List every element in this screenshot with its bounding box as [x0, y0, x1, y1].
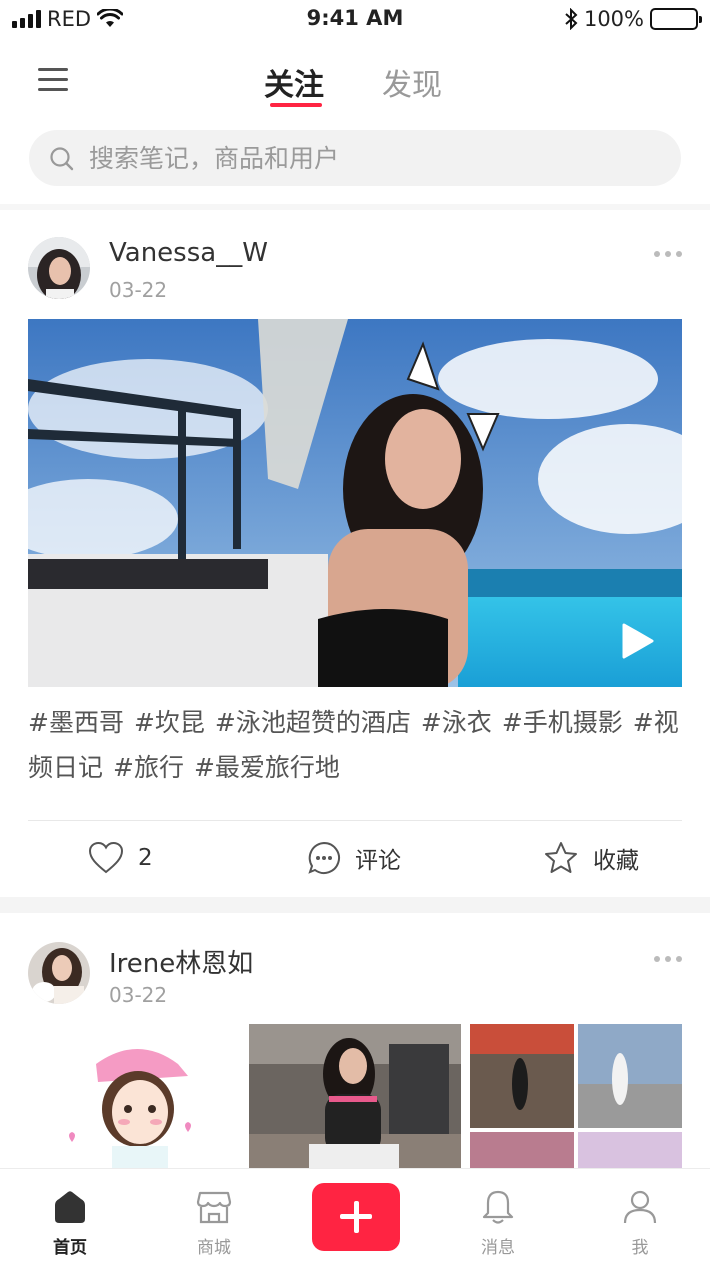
user-icon [623, 1190, 657, 1224]
battery-icon [650, 8, 702, 30]
bell-icon [482, 1190, 514, 1224]
post-date: 03-22 [109, 983, 168, 1007]
add-post-button[interactable] [312, 1183, 400, 1251]
post-separator [0, 897, 710, 913]
hashtag[interactable]: #墨西哥 [28, 708, 124, 737]
play-icon[interactable] [620, 623, 654, 659]
more-options-icon[interactable] [654, 956, 682, 962]
comment-label: 评论 [355, 848, 401, 874]
hashtag[interactable]: #手机摄影 [502, 708, 623, 737]
video-thumbnail-image [28, 319, 682, 687]
hashtag[interactable]: #泳衣 [421, 708, 492, 737]
tab-messages[interactable]: 消息 [448, 1169, 548, 1264]
tab-store[interactable]: 商城 [164, 1169, 264, 1264]
battery-percent: 100% [583, 7, 644, 31]
menu-icon[interactable] [38, 68, 68, 92]
store-icon [196, 1191, 232, 1224]
tab-discover[interactable]: 发现 [382, 60, 442, 104]
bottom-tab-bar: 首页 商城 消息 我 [0, 1168, 710, 1264]
tab-messages-label: 消息 [481, 1238, 515, 1258]
avatar[interactable] [28, 237, 90, 299]
post-image[interactable] [28, 1024, 240, 1170]
active-tab-indicator [270, 103, 322, 107]
cartoon-image [28, 1024, 240, 1170]
home-icon [55, 1191, 85, 1223]
status-bar: RED 9:41 AM 100% [0, 0, 710, 40]
status-right: 100% [564, 7, 702, 31]
gym-photo-image [249, 1024, 461, 1170]
bluetooth-icon [565, 8, 578, 30]
collect-button[interactable]: 收藏 [543, 838, 639, 878]
collect-label: 收藏 [593, 848, 639, 874]
search-icon [50, 147, 74, 171]
comment-icon [308, 841, 340, 874]
hashtag[interactable]: #坎昆 [134, 708, 205, 737]
top-nav: 关注 发现 [0, 45, 710, 115]
tab-me[interactable]: 我 [590, 1169, 690, 1264]
post-image[interactable] [249, 1024, 461, 1170]
post-username[interactable]: Irene林恩如 [109, 943, 253, 980]
like-button[interactable]: 2 [88, 838, 153, 878]
hashtag[interactable]: #泳池超赞的酒店 [215, 708, 411, 737]
action-divider [28, 820, 682, 821]
avatar[interactable] [28, 942, 90, 1004]
heart-icon [88, 841, 124, 874]
post-date: 03-22 [109, 278, 168, 302]
post-username[interactable]: Vanessa__W [109, 238, 268, 268]
tab-store-label: 商城 [197, 1238, 231, 1258]
post-video[interactable] [28, 319, 682, 687]
hashtag[interactable]: #旅行 [113, 753, 184, 782]
tab-home[interactable]: 首页 [20, 1169, 120, 1264]
section-divider [0, 204, 710, 210]
travel-collage-image [470, 1024, 682, 1170]
tab-me-label: 我 [631, 1238, 649, 1258]
more-options-icon[interactable] [654, 251, 682, 257]
hashtag[interactable]: #最爱旅行地 [194, 753, 340, 782]
search-bar[interactable] [29, 130, 681, 186]
tab-home-label: 首页 [53, 1238, 87, 1258]
comment-button[interactable]: 评论 [307, 838, 401, 878]
post-tags: #墨西哥 #坎昆 #泳池超赞的酒店 #泳衣 #手机摄影 #视频日记 #旅行 #最爱旅行地 [28, 700, 688, 790]
star-icon [545, 842, 577, 873]
like-count: 2 [138, 845, 153, 871]
post-image[interactable] [470, 1024, 682, 1170]
search-input[interactable] [89, 130, 649, 186]
tab-follow[interactable]: 关注 [264, 60, 324, 104]
